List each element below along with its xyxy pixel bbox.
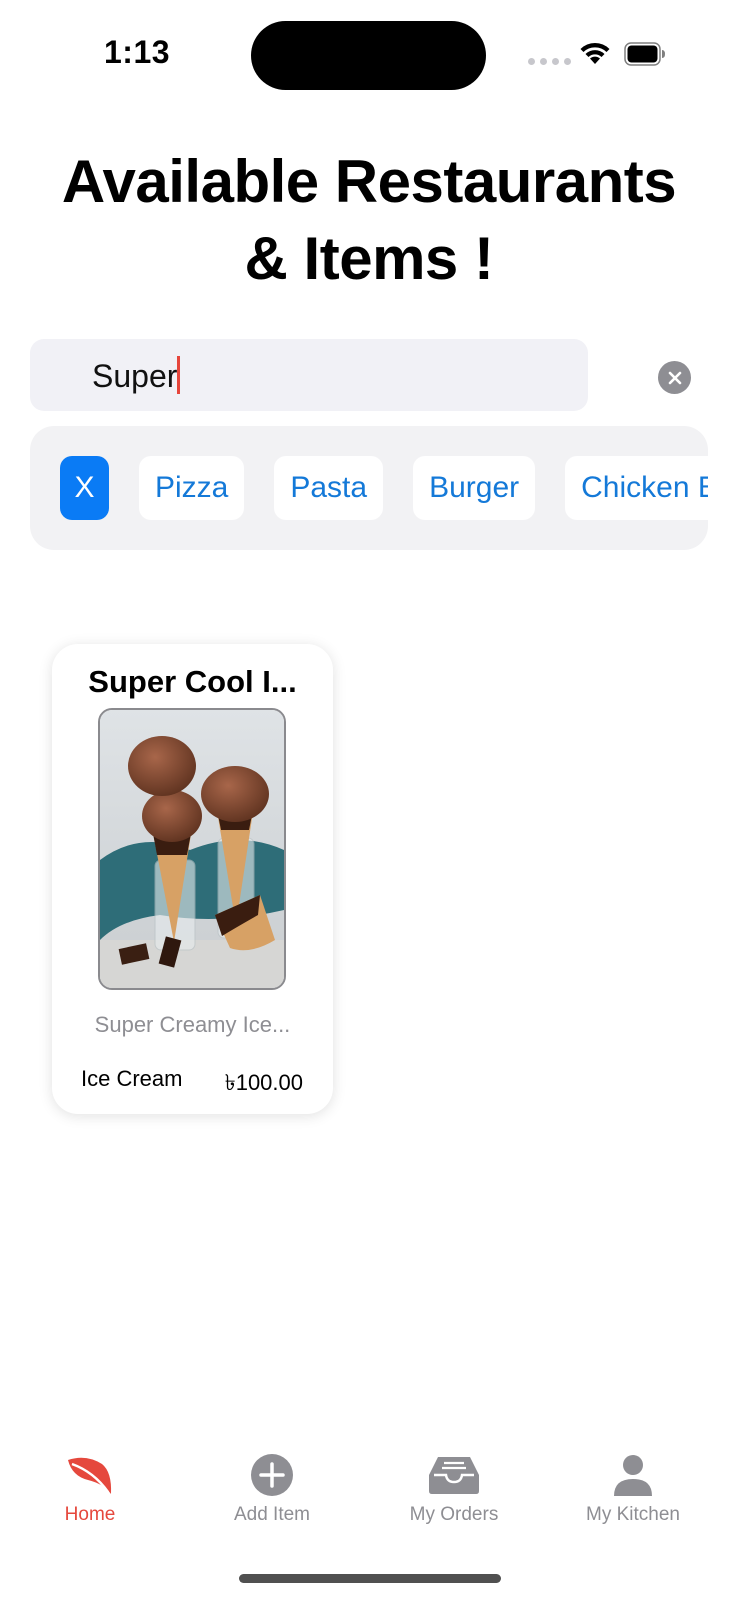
close-icon <box>668 371 681 384</box>
plus-circle-icon <box>202 1450 342 1500</box>
dynamic-island <box>251 21 486 90</box>
tab-add-item-label: Add Item <box>233 1504 311 1525</box>
tab-add-item[interactable]: Add Item <box>202 1450 342 1526</box>
text-caret <box>177 356 181 394</box>
item-description: Super Creamy Ice... <box>94 1012 291 1037</box>
tab-home[interactable]: Home <box>20 1450 160 1526</box>
wifi-icon <box>580 42 610 64</box>
tab-my-orders-label: My Orders <box>409 1504 499 1525</box>
search-value: Super <box>92 356 181 395</box>
tab-my-kitchen[interactable]: My Kitchen <box>563 1450 703 1526</box>
page-title-line1: Available Restaurants <box>61 148 677 215</box>
tab-bar: Home Add Item My Orders My Kitchen <box>0 1450 738 1550</box>
category-chip-pizza[interactable]: Pizza <box>139 456 245 520</box>
category-chip-pasta[interactable]: Pasta <box>274 456 384 520</box>
battery-icon <box>624 42 665 66</box>
category-chip-chicken-biryani[interactable]: Chicken Bir <box>565 456 708 520</box>
clear-category-chip[interactable]: X <box>60 456 109 520</box>
category-chip-burger[interactable]: Burger <box>413 456 536 520</box>
leaf-icon <box>20 1450 160 1500</box>
item-category: Ice Cream <box>81 1066 183 1091</box>
item-image <box>98 708 286 990</box>
page-title-line2: & Items ! <box>244 225 494 292</box>
item-title: Super Cool I... <box>88 664 297 699</box>
search-text: Super <box>92 358 178 394</box>
tab-home-label: Home <box>64 1504 116 1525</box>
ice-cream-photo <box>100 710 284 988</box>
person-icon <box>563 1450 703 1500</box>
item-price: ৳100.00 <box>224 1070 303 1095</box>
search-input[interactable]: Super <box>30 339 588 411</box>
home-indicator <box>239 1574 501 1583</box>
status-time: 1:13 <box>104 34 171 70</box>
category-filter-bar[interactable]: X Pizza Pasta Burger Chicken Bir <box>30 426 708 550</box>
clear-search-button[interactable] <box>658 361 691 394</box>
tab-my-orders[interactable]: My Orders <box>384 1450 524 1526</box>
item-card[interactable]: Super Cool I... Super Creamy Ice... Ice … <box>52 644 333 1114</box>
page-title: Available Restaurants & Items ! <box>0 143 738 297</box>
category-chips: X Pizza Pasta Burger Chicken Bir <box>60 456 708 520</box>
cellular-signal-icon <box>528 58 571 65</box>
tab-my-kitchen-label: My Kitchen <box>586 1504 680 1525</box>
tray-icon <box>384 1450 524 1500</box>
